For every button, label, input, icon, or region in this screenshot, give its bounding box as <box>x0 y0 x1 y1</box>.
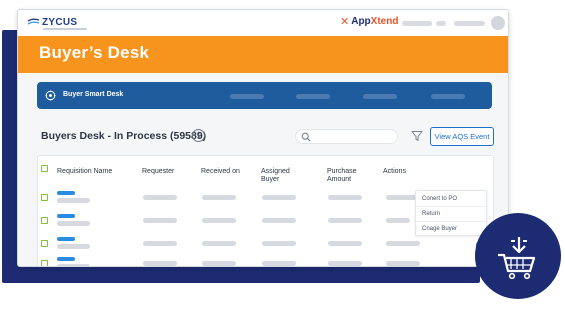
app-window: ZYCUS ✕ AppXtend Buyer’s Desk Buyer Smar… <box>17 9 509 267</box>
nav-tab-placeholder[interactable] <box>363 94 397 99</box>
cell-placeholder <box>57 244 90 249</box>
appxtend-logo-icon: ✕ <box>340 16 350 28</box>
cell-placeholder <box>328 241 362 246</box>
cell-placeholder <box>143 241 177 246</box>
cell-placeholder <box>386 218 410 223</box>
requisition-link-placeholder[interactable] <box>57 257 75 261</box>
smart-desk-label: Buyer Smart Desk <box>63 91 124 98</box>
cell-placeholder <box>202 261 236 266</box>
header-link-placeholder[interactable] <box>402 21 432 26</box>
cell-placeholder <box>57 264 90 266</box>
menu-item-return[interactable]: Return <box>422 211 440 218</box>
cell-placeholder <box>202 241 236 246</box>
stage: ZYCUS ✕ AppXtend Buyer’s Desk Buyer Smar… <box>0 0 565 322</box>
appxtend-logo-text: AppXtend <box>351 16 399 27</box>
select-all-checkbox[interactable] <box>41 165 48 172</box>
nav-tab-placeholder[interactable] <box>296 94 330 99</box>
cell-placeholder <box>262 261 296 266</box>
col-header-purchase-amount[interactable]: Purchase Amount <box>327 168 357 184</box>
cart-download-badge <box>475 213 561 299</box>
zycus-logo-icon <box>27 18 40 25</box>
cell-placeholder <box>143 195 177 200</box>
cell-placeholder <box>202 218 236 223</box>
top-bar: ZYCUS ✕ AppXtend <box>18 10 508 36</box>
col-header-received[interactable]: Received on <box>201 168 240 176</box>
header-link-placeholder[interactable] <box>454 21 485 26</box>
cell-placeholder <box>262 218 296 223</box>
content-area: Buyer Smart Desk Buyers Desk - In Proces… <box>18 73 508 266</box>
search-icon <box>301 132 311 142</box>
row-checkbox[interactable] <box>41 194 48 201</box>
appxtend-logo: ✕ AppXtend <box>340 16 398 28</box>
nav-tab-placeholder[interactable] <box>431 94 465 99</box>
zycus-logo-text: ZYCUS <box>42 17 78 28</box>
info-icon[interactable]: i <box>192 129 205 142</box>
requisition-link-placeholder[interactable] <box>57 214 75 218</box>
cell-placeholder <box>328 261 362 266</box>
filter-icon[interactable] <box>411 130 423 142</box>
col-header-requester[interactable]: Requester <box>142 168 174 176</box>
avatar[interactable] <box>491 16 505 30</box>
page-title: Buyers Desk - In Process (59589) <box>41 130 207 142</box>
cell-placeholder <box>143 261 177 266</box>
requisition-link-placeholder[interactable] <box>57 237 75 241</box>
banner-title: Buyer’s Desk <box>39 43 150 62</box>
menu-item-change-buyer[interactable]: Cnage Buyer <box>422 226 457 233</box>
row-checkbox[interactable] <box>41 240 48 247</box>
cell-placeholder <box>262 195 296 200</box>
smart-desk-icon <box>45 90 56 101</box>
cell-placeholder <box>57 221 90 226</box>
search-input[interactable] <box>314 132 394 142</box>
view-aqs-event-button[interactable]: View AQS Event <box>430 127 494 146</box>
search-box[interactable] <box>295 129 398 144</box>
cell-placeholder <box>262 241 296 246</box>
page-banner: Buyer’s Desk <box>18 36 508 73</box>
logo-tagline-placeholder <box>43 28 87 30</box>
zycus-logo: ZYCUS <box>27 17 77 28</box>
smart-desk-bar: Buyer Smart Desk <box>37 82 492 109</box>
requisition-link-placeholder[interactable] <box>57 191 75 195</box>
col-header-assigned-buyer[interactable]: Assigned Buyer <box>261 168 290 184</box>
row-checkbox[interactable] <box>41 260 48 266</box>
cell-placeholder <box>143 218 177 223</box>
col-header-requisition[interactable]: Requisition Name <box>57 168 112 176</box>
col-header-actions: Actions <box>383 168 406 175</box>
cell-placeholder <box>328 195 362 200</box>
header-link-placeholder[interactable] <box>436 21 446 26</box>
cell-placeholder <box>202 195 236 200</box>
cell-placeholder <box>386 261 420 266</box>
menu-divider <box>416 206 486 207</box>
cell-placeholder <box>57 198 90 203</box>
cell-placeholder <box>328 218 362 223</box>
cell-placeholder <box>386 241 420 246</box>
row-checkbox[interactable] <box>41 217 48 224</box>
menu-item-convert-to-po[interactable]: Conert to PO <box>422 196 457 203</box>
nav-tab-placeholder[interactable] <box>230 94 264 99</box>
cart-download-icon <box>498 237 536 280</box>
requisition-table: Requisition Name Requester Received on A… <box>37 155 494 266</box>
